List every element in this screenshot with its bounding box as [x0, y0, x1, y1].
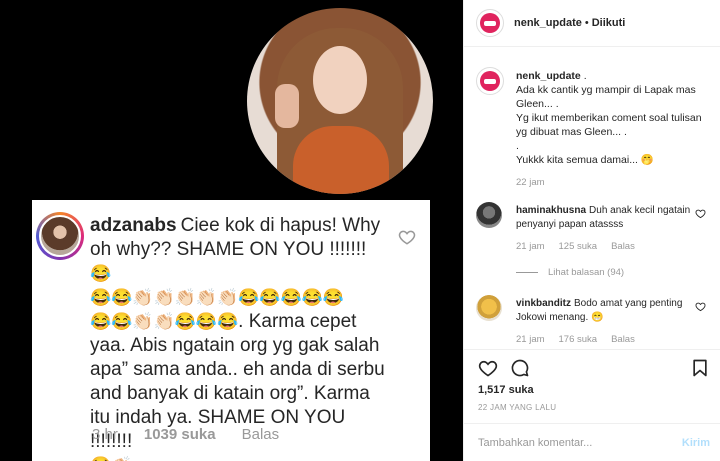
comment-meta: 21 jam 125 suka Balas [516, 241, 649, 252]
send-button[interactable]: Kirim [682, 437, 710, 449]
divider [516, 272, 538, 273]
avatar[interactable] [476, 202, 502, 228]
add-comment-bar: Tambahkan komentar... Kirim [464, 423, 720, 461]
caption-body: . Ada kk cantik yg mampir di Lapak mas G… [516, 70, 702, 166]
screenshot-comment-card: adzanabs Ciee kok di hapus! Why oh why?? … [32, 200, 430, 461]
emoji-line-1: 😂 [90, 264, 112, 283]
header-separator: • [584, 17, 589, 29]
heart-icon[interactable] [695, 208, 706, 219]
caption-username[interactable]: nenk_update [516, 70, 581, 82]
comment-reply-button[interactable]: Balas [611, 334, 635, 345]
caption-time[interactable]: 22 jam [516, 177, 545, 188]
avatar[interactable] [476, 295, 502, 321]
view-replies-label: Lihat balasan (94) [548, 267, 625, 278]
comment-text: haminakhusna Duh anak kecil ngatain penya… [516, 204, 696, 232]
post-image: adzanabs Ciee kok di hapus! Why oh why?? … [0, 0, 463, 461]
emoji-line-3: 😂😂👏🏻👏🏻😂😂😂 [90, 312, 239, 331]
heart-icon [398, 230, 416, 245]
portrait-photo [247, 8, 433, 194]
comment-time: 3 hr [92, 426, 118, 443]
comment-reply-button[interactable]: Balas [611, 241, 635, 252]
post-sidebar: nenk_update • Diikuti nenk_update . Ada … [463, 0, 720, 461]
comment-time[interactable]: 21 jam [516, 241, 545, 252]
comment-input[interactable]: Tambahkan komentar... [478, 437, 592, 449]
caption-text: nenk_update . Ada kk cantik yg mampir di… [516, 69, 712, 167]
likes-count[interactable]: 1,517 suka [478, 384, 534, 396]
avatar[interactable] [476, 67, 504, 95]
action-bar [464, 349, 720, 381]
comment-meta: 3 hr 1039 suka Balas [92, 426, 305, 443]
heart-icon[interactable] [478, 358, 498, 378]
heart-icon[interactable] [695, 301, 706, 312]
follow-status[interactable]: Diikuti [592, 17, 626, 29]
comment-likes[interactable]: 125 suka [559, 241, 598, 252]
comment-username[interactable]: haminakhusna [516, 205, 586, 216]
save-bookmark-icon[interactable] [690, 358, 710, 378]
comment-reply: Balas [241, 426, 280, 443]
avatar[interactable] [476, 9, 504, 37]
emoji-line-2: 😂😂👏🏻👏🏻👏🏻👏🏻👏🏻😂😂😂😂😂 [90, 288, 345, 307]
emoji-line-4: 😂👏🏻 [90, 456, 132, 461]
comment-time[interactable]: 21 jam [516, 334, 545, 345]
comment-meta: 21 jam 176 suka Balas [516, 334, 649, 345]
post-date[interactable]: 22 JAM YANG LALU [478, 403, 556, 412]
comment-text: adzanabs Ciee kok di hapus! Why oh why?? … [90, 214, 386, 461]
likes-number: 1,517 [478, 384, 506, 396]
comment-username[interactable]: vinkbanditz [516, 298, 571, 309]
view-replies-button[interactable]: Lihat balasan (94) [516, 267, 624, 278]
comments-list[interactable]: nenk_update . Ada kk cantik yg mampir di… [464, 47, 720, 349]
post-header: nenk_update • Diikuti [464, 0, 720, 47]
comment-username: adzanabs [90, 215, 177, 236]
comment-likes: 1039 suka [143, 426, 216, 443]
comment-icon[interactable] [510, 358, 530, 378]
likes-label: suka [508, 384, 534, 396]
comment-text: vinkbanditz Bodo amat yang penting Jokowi… [516, 297, 696, 325]
avatar [36, 212, 84, 260]
header-username[interactable]: nenk_update [514, 17, 582, 29]
comment-likes[interactable]: 176 suka [559, 334, 598, 345]
